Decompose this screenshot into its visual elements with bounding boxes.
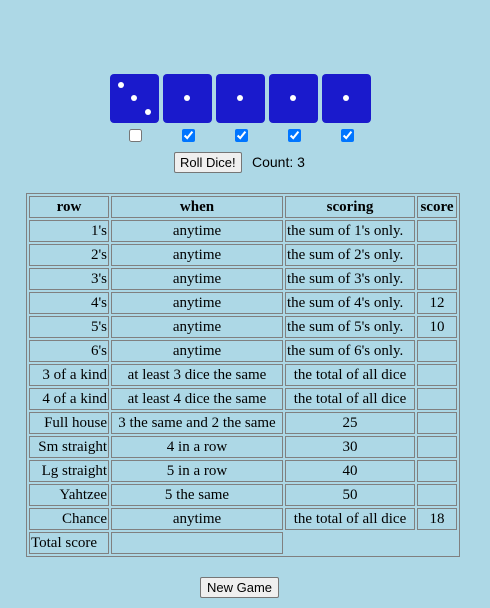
row-scoring: the total of all dice bbox=[285, 388, 415, 410]
row-score-cell[interactable]: 10 bbox=[417, 316, 457, 338]
die-pip bbox=[184, 95, 190, 101]
row-scoring: the sum of 4's only. bbox=[285, 292, 415, 314]
row-name: 4's bbox=[29, 292, 109, 314]
die-pip bbox=[343, 95, 349, 101]
row-when: anytime bbox=[111, 268, 283, 290]
row-score-cell[interactable] bbox=[417, 436, 457, 458]
count-value: 3 bbox=[297, 154, 305, 170]
table-row: 3's anytime the sum of 3's only. bbox=[29, 268, 457, 290]
table-row: Yahtzee 5 the same 50 bbox=[29, 484, 457, 506]
row-score-cell[interactable] bbox=[417, 340, 457, 362]
row-when: anytime bbox=[111, 244, 283, 266]
row-score-cell[interactable] bbox=[417, 388, 457, 410]
row-score-cell[interactable] bbox=[417, 220, 457, 242]
row-score-cell[interactable]: 12 bbox=[417, 292, 457, 314]
table-row: 4 of a kind at least 4 dice the same the… bbox=[29, 388, 457, 410]
die-pip bbox=[145, 109, 151, 115]
row-when: 5 in a row bbox=[111, 460, 283, 482]
die-pip bbox=[290, 95, 296, 101]
row-scoring: the total of all dice bbox=[285, 508, 415, 530]
table-row: 4's anytime the sum of 4's only. 12 bbox=[29, 292, 457, 314]
table-row: Full house 3 the same and 2 the same 25 bbox=[29, 412, 457, 434]
row-name: 5's bbox=[29, 316, 109, 338]
row-when: anytime bbox=[111, 316, 283, 338]
row-score-cell[interactable] bbox=[417, 460, 457, 482]
die-pip bbox=[237, 95, 243, 101]
row-when: 4 in a row bbox=[111, 436, 283, 458]
row-name: Chance bbox=[29, 508, 109, 530]
empty-cell bbox=[285, 532, 415, 554]
row-when: anytime bbox=[111, 220, 283, 242]
header-score: score bbox=[417, 196, 457, 218]
hold-checkbox-5[interactable] bbox=[341, 129, 354, 142]
row-name: Full house bbox=[29, 412, 109, 434]
score-table: row when scoring score 1's anytime the s… bbox=[26, 193, 460, 557]
row-name: 4 of a kind bbox=[29, 388, 109, 410]
count-label: Count: bbox=[252, 154, 294, 170]
hold-checkbox-3[interactable] bbox=[235, 129, 248, 142]
table-row: Chance anytime the total of all dice 18 bbox=[29, 508, 457, 530]
row-when: at least 4 dice the same bbox=[111, 388, 283, 410]
total-label: Total score bbox=[29, 532, 109, 554]
header-row: row bbox=[29, 196, 109, 218]
row-score-cell[interactable] bbox=[417, 412, 457, 434]
die-2[interactable] bbox=[163, 74, 212, 123]
row-score-cell[interactable] bbox=[417, 268, 457, 290]
row-when: anytime bbox=[111, 340, 283, 362]
dice-row bbox=[110, 74, 380, 124]
row-when: anytime bbox=[111, 292, 283, 314]
row-scoring: the sum of 5's only. bbox=[285, 316, 415, 338]
row-when: anytime bbox=[111, 508, 283, 530]
total-row: Total score bbox=[29, 532, 457, 554]
hold-checkbox-2[interactable] bbox=[182, 129, 195, 142]
table-row: 3 of a kind at least 3 dice the same the… bbox=[29, 364, 457, 386]
row-scoring: 25 bbox=[285, 412, 415, 434]
die-pip bbox=[118, 82, 124, 88]
row-score-cell[interactable] bbox=[417, 364, 457, 386]
row-when: 3 the same and 2 the same bbox=[111, 412, 283, 434]
row-scoring: 30 bbox=[285, 436, 415, 458]
row-name: Lg straight bbox=[29, 460, 109, 482]
table-row: Sm straight 4 in a row 30 bbox=[29, 436, 457, 458]
total-value bbox=[111, 532, 283, 554]
table-row: Lg straight 5 in a row 40 bbox=[29, 460, 457, 482]
table-row: 2's anytime the sum of 2's only. bbox=[29, 244, 457, 266]
row-scoring: the sum of 6's only. bbox=[285, 340, 415, 362]
row-name: 3's bbox=[29, 268, 109, 290]
row-when: at least 3 dice the same bbox=[111, 364, 283, 386]
row-scoring: 50 bbox=[285, 484, 415, 506]
table-row: 1's anytime the sum of 1's only. bbox=[29, 220, 457, 242]
row-name: 6's bbox=[29, 340, 109, 362]
empty-cell bbox=[417, 532, 457, 554]
row-name: 2's bbox=[29, 244, 109, 266]
row-scoring: the total of all dice bbox=[285, 364, 415, 386]
row-score-cell[interactable] bbox=[417, 244, 457, 266]
row-name: 3 of a kind bbox=[29, 364, 109, 386]
row-name: Sm straight bbox=[29, 436, 109, 458]
row-scoring: 40 bbox=[285, 460, 415, 482]
roll-dice-button[interactable]: Roll Dice! bbox=[174, 152, 242, 173]
roll-count: Count: 3 bbox=[252, 154, 305, 170]
header-when: when bbox=[111, 196, 283, 218]
die-4[interactable] bbox=[269, 74, 318, 123]
table-row: 6's anytime the sum of 6's only. bbox=[29, 340, 457, 362]
row-scoring: the sum of 2's only. bbox=[285, 244, 415, 266]
hold-checkbox-4[interactable] bbox=[288, 129, 301, 142]
row-name: Yahtzee bbox=[29, 484, 109, 506]
hold-checkbox-1[interactable] bbox=[129, 129, 142, 142]
new-game-button[interactable]: New Game bbox=[200, 577, 280, 598]
row-name: 1's bbox=[29, 220, 109, 242]
die-5[interactable] bbox=[322, 74, 371, 123]
row-scoring: the sum of 1's only. bbox=[285, 220, 415, 242]
row-score-cell[interactable]: 18 bbox=[417, 508, 457, 530]
die-3[interactable] bbox=[216, 74, 265, 123]
row-scoring: the sum of 3's only. bbox=[285, 268, 415, 290]
die-pip bbox=[131, 95, 137, 101]
row-score-cell[interactable] bbox=[417, 484, 457, 506]
die-1[interactable] bbox=[110, 74, 159, 123]
table-header-row: row when scoring score bbox=[29, 196, 457, 218]
row-when: 5 the same bbox=[111, 484, 283, 506]
header-scoring: scoring bbox=[285, 196, 415, 218]
table-row: 5's anytime the sum of 5's only. 10 bbox=[29, 316, 457, 338]
